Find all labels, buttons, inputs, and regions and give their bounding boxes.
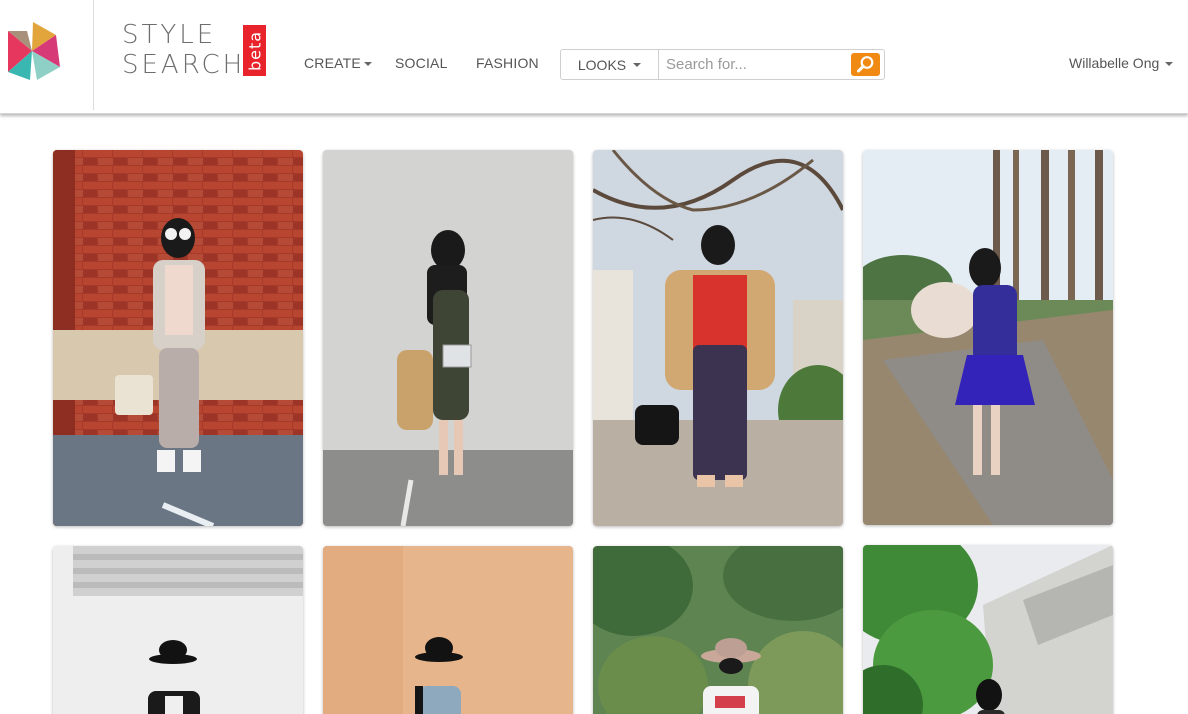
look-card[interactable] [863,150,1113,525]
look-photo [53,150,303,526]
logo-divider [93,0,94,110]
look-card[interactable] [53,150,303,526]
nav-social-link[interactable]: SOCIAL [395,55,448,71]
nav-fashion-label: FASHION [476,55,539,71]
top-navbar: STYLE SEARCH beta CREATE SOCIAL FASHION … [0,0,1188,114]
search-category-dropdown[interactable]: LOOKS [561,50,659,79]
look-card[interactable] [863,545,1113,714]
look-photo [593,150,843,526]
nav-fashion-link[interactable]: FASHION [476,55,539,71]
look-card[interactable] [323,150,573,526]
search-bar: LOOKS [560,49,885,80]
chevron-down-icon [1165,62,1174,67]
stylesearch-logo-icon[interactable] [6,22,60,80]
nav-create-label: CREATE [304,55,361,71]
look-photo [593,546,843,714]
look-photo [323,546,573,714]
brand-line-1: STYLE [122,20,217,50]
search-input[interactable] [660,50,848,79]
search-category-label: LOOKS [577,56,627,73]
user-menu-dropdown[interactable]: Willabelle Ong [1069,55,1174,71]
user-name: Willabelle Ong [1069,55,1160,71]
nav-create-dropdown[interactable]: CREATE [304,55,372,71]
brand-line-2: SEARCH [122,50,246,80]
nav-social-label: SOCIAL [395,55,448,71]
chevron-down-icon [633,62,642,67]
look-photo [863,150,1113,525]
magnifier-icon [857,56,874,73]
look-photo [863,545,1113,714]
look-card[interactable] [53,546,303,714]
look-photo [53,546,303,714]
beta-badge: beta [243,25,266,76]
brand-wordmark[interactable]: STYLE SEARCH [122,20,246,80]
search-button[interactable] [851,53,880,76]
look-card[interactable] [323,546,573,714]
beta-badge-label: beta [245,30,264,71]
look-card[interactable] [593,546,843,714]
look-card[interactable] [593,150,843,526]
chevron-down-icon [363,62,372,67]
look-photo [323,150,573,526]
